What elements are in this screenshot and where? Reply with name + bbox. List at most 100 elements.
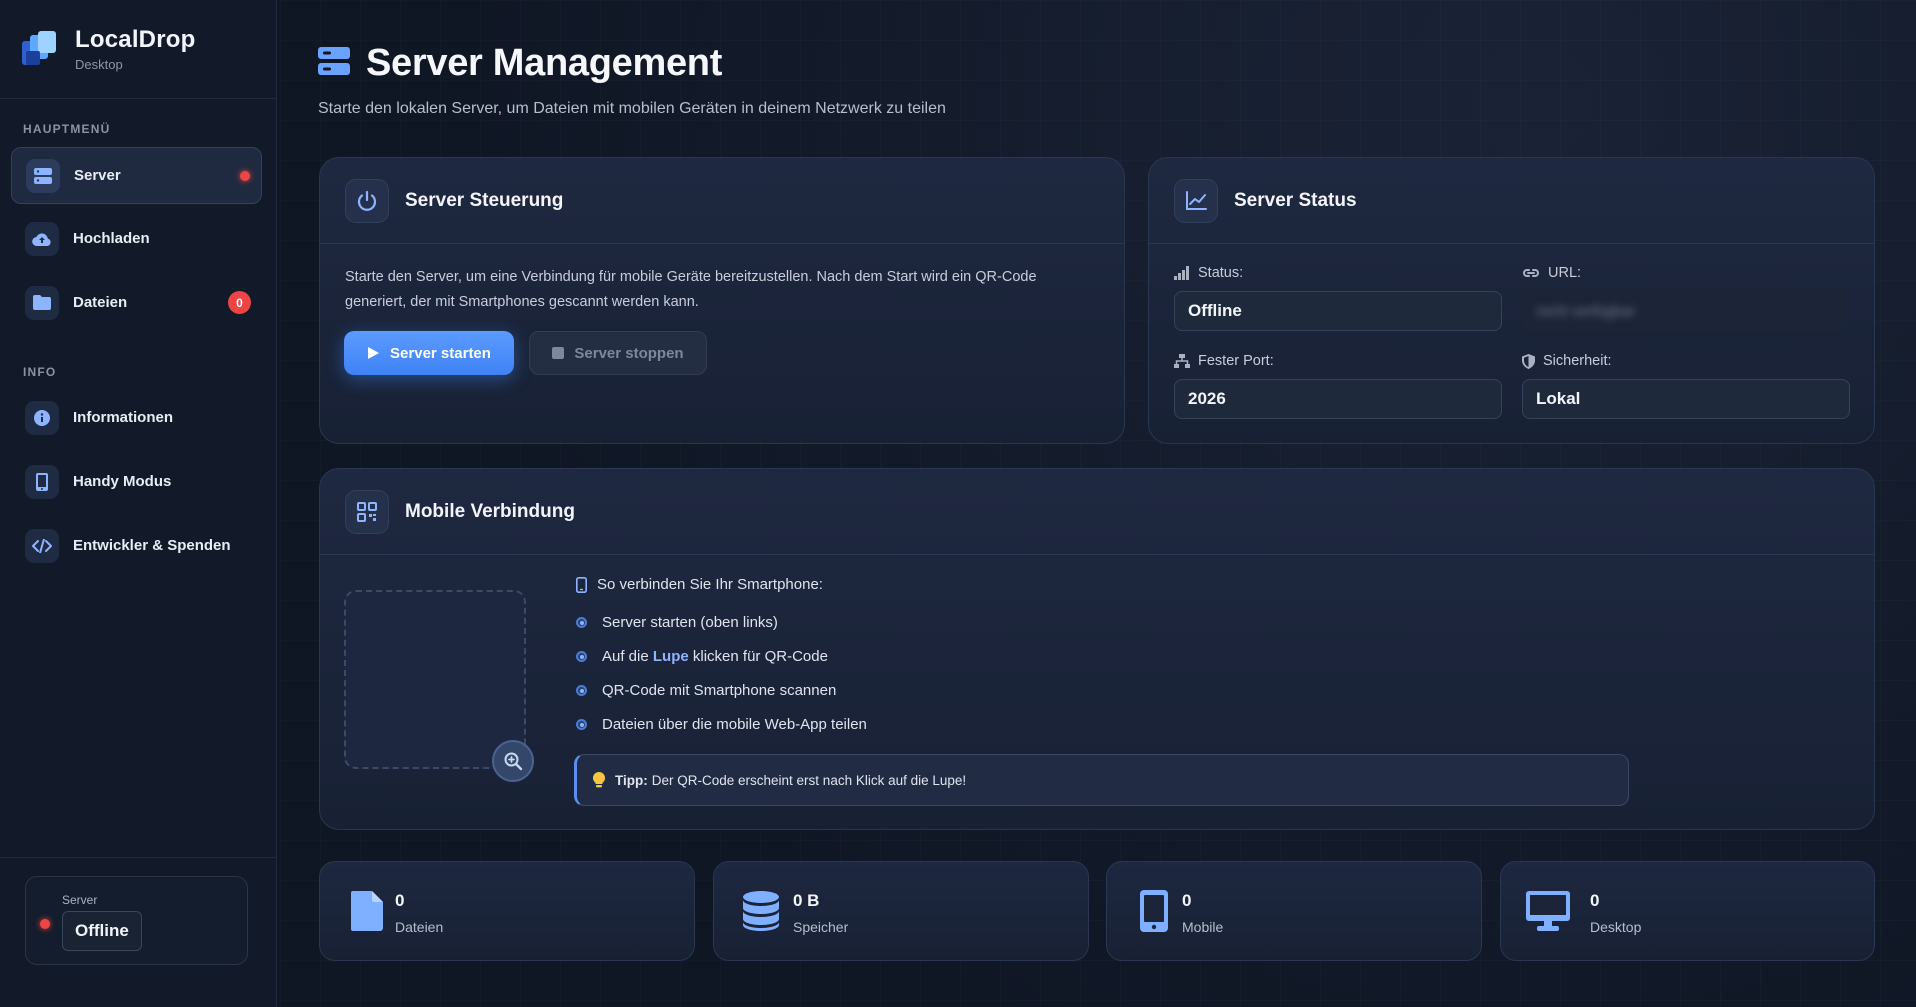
sidebar-item-phone-mode[interactable]: Handy Modus xyxy=(11,453,262,510)
card-title: Server Status xyxy=(1234,189,1357,211)
server-icon xyxy=(318,47,350,80)
security-value-field: Lokal xyxy=(1522,379,1850,419)
step-bullet xyxy=(576,685,587,696)
card-title: Mobile Verbindung xyxy=(405,500,575,522)
stat-label: Dateien xyxy=(395,919,444,935)
app-title: LocalDrop xyxy=(75,26,196,53)
url-value-field: nicht verfügbar xyxy=(1522,291,1850,331)
zoom-in-icon[interactable] xyxy=(492,740,534,782)
server-status-card: Server Status Status: Offline URL: nicht… xyxy=(1148,157,1875,444)
status-value-field: Offline xyxy=(1174,291,1502,331)
page-header: Server Management xyxy=(318,42,722,85)
step-text: Auf die Lupe klicken für QR-Code xyxy=(602,648,828,665)
control-description: Starte den Server, um eine Verbindung fü… xyxy=(345,269,1037,310)
card-header: Server Steuerung xyxy=(320,158,1124,244)
card-header: Mobile Verbindung xyxy=(320,469,1874,555)
stat-value: 0 xyxy=(395,891,405,910)
sidebar: LocalDrop Desktop HAUPTMENÜ Server Hochl… xyxy=(0,0,277,1007)
lightbulb-icon xyxy=(593,772,605,788)
security-label: Sicherheit: xyxy=(1522,353,1612,369)
qr-code-icon xyxy=(345,489,389,534)
sidebar-divider xyxy=(0,857,277,858)
step-highlight: Lupe xyxy=(652,648,689,665)
status-label: Status: xyxy=(1174,265,1243,281)
step-item: Auf die Lupe klicken für QR-Code xyxy=(576,648,828,665)
stat-label: Speicher xyxy=(793,919,849,935)
sidebar-item-server[interactable]: Server xyxy=(11,147,262,204)
signal-icon xyxy=(1174,266,1189,280)
port-value-field: 2026 xyxy=(1174,379,1502,419)
stat-card-mobile: 0 Mobile xyxy=(1106,861,1482,961)
file-icon xyxy=(344,888,390,934)
tip-text: Der QR-Code erscheint erst nach Klick au… xyxy=(651,772,967,788)
section-label-main: HAUPTMENÜ xyxy=(23,122,111,136)
stop-server-label: Server stoppen xyxy=(574,344,684,362)
stat-value: 0 xyxy=(1182,891,1192,910)
card-title: Server Steuerung xyxy=(405,189,564,211)
server-status-label: Server xyxy=(62,893,98,907)
stat-card-files: 0 Dateien xyxy=(319,861,695,961)
page-title: Server Management xyxy=(366,42,723,84)
stat-card-storage: 0 B Speicher xyxy=(713,861,1089,961)
sidebar-item-label: Informationen xyxy=(73,409,173,426)
step-bullet xyxy=(576,719,587,730)
stat-label: Mobile xyxy=(1182,919,1224,935)
chart-line-icon xyxy=(1174,178,1218,223)
start-server-button[interactable]: Server starten xyxy=(344,331,514,375)
step-item: QR-Code mit Smartphone scannen xyxy=(576,682,836,699)
cloud-upload-icon xyxy=(25,221,59,256)
server-icon xyxy=(26,158,60,193)
url-label-text: URL: xyxy=(1548,265,1582,281)
power-icon xyxy=(345,178,389,223)
server-status-value: Offline xyxy=(62,911,142,951)
mobile-connection-card: Mobile Verbindung So verbinden Sie Ihr S… xyxy=(319,468,1875,830)
mobile-icon xyxy=(1131,888,1177,934)
code-icon xyxy=(25,528,59,563)
qr-code-placeholder xyxy=(344,590,526,769)
desktop-icon xyxy=(1525,888,1571,934)
stat-value: 0 xyxy=(1590,891,1600,910)
sidebar-item-information[interactable]: Informationen xyxy=(11,389,262,446)
stop-server-button[interactable]: Server stoppen xyxy=(529,331,707,375)
shield-icon xyxy=(1522,353,1535,369)
brand: LocalDrop Desktop xyxy=(20,26,195,72)
sidebar-item-developer[interactable]: Entwickler & Spenden xyxy=(11,517,262,574)
localdrop-logo-icon xyxy=(20,29,60,69)
url-value: nicht verfügbar xyxy=(1536,302,1636,320)
database-icon xyxy=(738,888,784,934)
card-header: Server Status xyxy=(1149,158,1874,244)
stop-icon xyxy=(552,347,565,359)
url-label: URL: xyxy=(1522,265,1581,281)
step-bullet xyxy=(576,651,587,662)
sidebar-server-status: Server Offline xyxy=(25,876,248,965)
sidebar-item-label: Dateien xyxy=(73,294,128,311)
steps-heading: So verbinden Sie Ihr Smartphone: xyxy=(576,576,823,593)
port-label-text: Fester Port: xyxy=(1198,353,1274,369)
server-offline-indicator xyxy=(240,171,250,181)
tip-label: Tipp: xyxy=(615,772,648,788)
step-item: Dateien über die mobile Web-App teilen xyxy=(576,716,867,733)
phone-icon xyxy=(25,464,59,499)
sidebar-item-label: Handy Modus xyxy=(73,473,172,490)
step-text: Server starten (oben links) xyxy=(602,614,778,631)
security-label-text: Sicherheit: xyxy=(1543,353,1612,369)
steps-title: So verbinden Sie Ihr Smartphone: xyxy=(597,576,823,593)
step-item: Server starten (oben links) xyxy=(576,614,778,631)
sidebar-item-upload[interactable]: Hochladen xyxy=(11,210,262,267)
page-subtitle: Starte den lokalen Server, um Dateien mi… xyxy=(318,100,946,117)
stat-card-desktop: 0 Desktop xyxy=(1500,861,1875,961)
sidebar-item-label: Server xyxy=(74,167,121,184)
start-server-label: Server starten xyxy=(390,344,491,362)
sidebar-item-files[interactable]: Dateien 0 xyxy=(11,274,262,331)
status-label-text: Status: xyxy=(1198,265,1244,281)
server-status-dot xyxy=(40,919,50,929)
step-text: QR-Code mit Smartphone scannen xyxy=(602,682,837,699)
port-label: Fester Port: xyxy=(1174,353,1274,369)
link-icon xyxy=(1523,269,1539,277)
sidebar-item-label: Hochladen xyxy=(73,230,150,247)
files-count-badge: 0 xyxy=(228,291,251,314)
folder-icon xyxy=(25,285,59,320)
server-control-card: Server Steuerung Starte den Server, um e… xyxy=(319,157,1125,444)
info-icon xyxy=(25,400,59,435)
stat-label: Desktop xyxy=(1590,919,1642,935)
